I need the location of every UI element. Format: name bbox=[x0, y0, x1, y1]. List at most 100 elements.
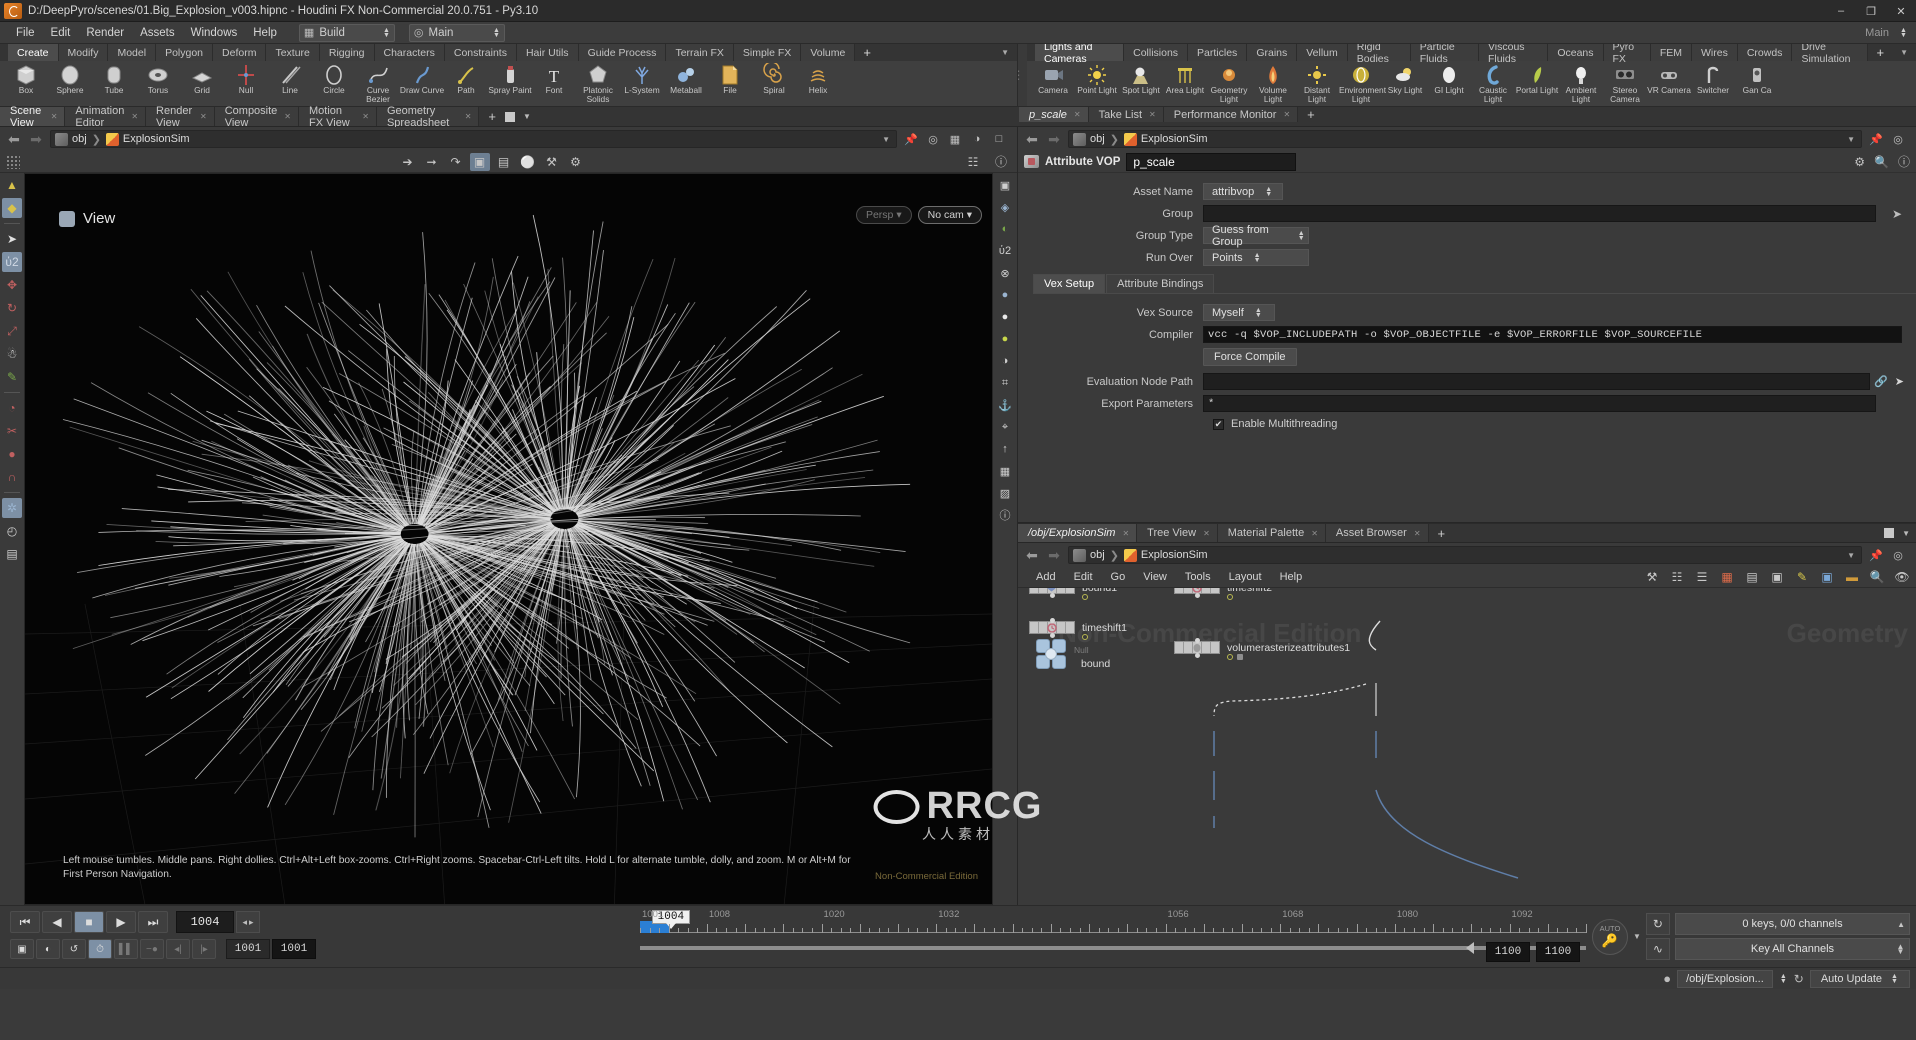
panel-icon[interactable]: □ bbox=[991, 131, 1007, 147]
shelf-tool-path[interactable]: Path bbox=[444, 63, 488, 95]
play-forward-button[interactable]: ▶ bbox=[106, 911, 136, 933]
auto-update-menu[interactable]: Auto Update ▲ ▼ bbox=[1809, 969, 1910, 988]
shelf-tool-draw-curve[interactable]: Draw Curve bbox=[400, 63, 444, 95]
network-display-icon[interactable]: 👁 bbox=[1894, 569, 1910, 585]
network-menu-layout[interactable]: Layout bbox=[1221, 569, 1270, 585]
shelf-tab-rigging[interactable]: Rigging bbox=[319, 44, 375, 61]
background-icon[interactable]: ▨ bbox=[995, 483, 1015, 503]
lighting-icon[interactable]: ● bbox=[995, 285, 1015, 305]
ghost-display-icon[interactable]: ▣ bbox=[995, 175, 1015, 195]
subnet-icon[interactable]: ▣ bbox=[1769, 569, 1785, 585]
shelf-tool-platonic-solids[interactable]: Platonic Solids bbox=[576, 63, 620, 104]
parm-back-arrow-icon[interactable]: ⬅ bbox=[1024, 131, 1040, 148]
menu-assets[interactable]: Assets bbox=[132, 25, 183, 41]
shelf-tab-texture[interactable]: Texture bbox=[266, 44, 320, 61]
network-node-bound1[interactable]: bound1 bbox=[1029, 588, 1117, 600]
shelf-tab-collisions[interactable]: Collisions bbox=[1124, 44, 1189, 61]
shelf-tab-drive-simulation[interactable]: Drive Simulation bbox=[1792, 44, 1869, 65]
settings-gear-icon[interactable]: ⚙ bbox=[566, 153, 586, 171]
node-display-flag[interactable] bbox=[1227, 654, 1233, 660]
camera-dropdown[interactable]: No cam ▾ bbox=[917, 206, 982, 224]
edit-tool-icon[interactable]: ✂ bbox=[2, 421, 22, 441]
timeline-ruler-area[interactable]: 1004 1001 1008 1020 1032 1056 1068 1080 1092 11… bbox=[640, 906, 1587, 967]
tab-close-icon[interactable]: ✕ bbox=[1149, 110, 1156, 119]
shelf-tool-distant-light[interactable]: Distant Light bbox=[1295, 63, 1339, 104]
shelf-tool-sky-light[interactable]: Sky Light bbox=[1383, 63, 1427, 95]
menu-help[interactable]: Help bbox=[245, 25, 285, 41]
shelf-tool-gi-light[interactable]: GI Light bbox=[1427, 63, 1471, 95]
move-tool-icon[interactable]: ✥ bbox=[2, 275, 22, 295]
network-canvas[interactable]: Non-Commercial Edition Geometry Attribut… bbox=[1018, 588, 1916, 905]
group-picker-icon[interactable]: ➤ bbox=[1892, 207, 1902, 221]
display-options-icon[interactable]: ⚒ bbox=[542, 153, 562, 171]
target-icon[interactable]: ◎ bbox=[925, 131, 941, 147]
tab-close-icon[interactable]: ✕ bbox=[1414, 529, 1421, 538]
no-op-icon[interactable]: ⚪ bbox=[518, 153, 538, 171]
network-menu-edit[interactable]: Edit bbox=[1066, 569, 1101, 585]
frame-step-buttons[interactable]: ◂ ▸ bbox=[236, 911, 260, 933]
sticky-note-icon[interactable]: ✎ bbox=[1794, 569, 1810, 585]
prev-key-icon[interactable]: ◂| bbox=[166, 939, 190, 959]
node-input-connector[interactable] bbox=[1050, 618, 1055, 623]
network-menu-chevron-icon[interactable]: ▼ bbox=[1902, 529, 1910, 538]
minimize-button[interactable]: – bbox=[1826, 0, 1856, 22]
uvs-icon[interactable]: ▦ bbox=[995, 461, 1015, 481]
viewport-camera-icon[interactable]: ▤ bbox=[494, 153, 514, 171]
desktop-right-spinner-icon[interactable]: ▲ ▼ bbox=[1899, 27, 1908, 39]
node-input-connector[interactable] bbox=[1195, 638, 1200, 643]
run-over-spinner-icon[interactable]: ▲ ▼ bbox=[1253, 252, 1262, 264]
tab-attribute-bindings[interactable]: Attribute Bindings bbox=[1106, 274, 1215, 293]
shelf-tool-camera[interactable]: Camera bbox=[1031, 63, 1075, 95]
display-material-icon[interactable]: ◑ bbox=[969, 131, 985, 147]
add-image-icon[interactable]: ▣ bbox=[1819, 569, 1835, 585]
keyframe-marker-icon[interactable]: −● bbox=[140, 939, 164, 959]
compiler-input[interactable]: vcc -q $VOP_INCLUDEPATH -o $VOP_OBJECTFI… bbox=[1203, 326, 1902, 343]
network-menu-go[interactable]: Go bbox=[1103, 569, 1134, 585]
deform-tool-icon[interactable]: ✲ bbox=[2, 498, 22, 518]
play-backwards-button[interactable]: ◀ bbox=[42, 911, 72, 933]
network-add-tab-button[interactable]: + bbox=[1428, 524, 1455, 542]
path-obj[interactable]: obj bbox=[55, 132, 87, 146]
timeline-ruler[interactable]: 1004 1001 1008 1020 1032 1056 1068 1080 1092 bbox=[640, 909, 1587, 939]
soft-tool-icon[interactable]: ● bbox=[2, 444, 22, 464]
net-pin-icon[interactable]: 📌 bbox=[1868, 547, 1884, 563]
key-curve-icon[interactable]: ∿ bbox=[1645, 938, 1670, 960]
shelf-tab-fem[interactable]: FEM bbox=[1650, 44, 1692, 61]
net-forward-arrow-icon[interactable]: ➡ bbox=[1046, 547, 1062, 564]
menu-windows[interactable]: Windows bbox=[183, 25, 246, 41]
network-menu-add[interactable]: Add bbox=[1028, 569, 1064, 585]
build-selector[interactable]: ▦ Build ▲ ▼ bbox=[298, 23, 395, 42]
jump-to-start-button[interactable]: ⏮ bbox=[10, 911, 40, 933]
parm-path-obj[interactable]: obj bbox=[1073, 132, 1105, 146]
shelf-add-tab-button-right[interactable]: + bbox=[1868, 44, 1893, 61]
shelf-tool-metaball[interactable]: Metaball bbox=[664, 63, 708, 95]
network-menu-view[interactable]: View bbox=[1135, 569, 1175, 585]
shelf-tab-lights-and-cameras[interactable]: Lights and Cameras bbox=[1035, 44, 1125, 65]
next-key-icon[interactable]: |▸ bbox=[192, 939, 216, 959]
shelf-tool-spray-paint[interactable]: Spray Paint bbox=[488, 63, 532, 95]
pin-icon[interactable]: 📌 bbox=[903, 131, 919, 147]
shelf-tab-viscous-fluids[interactable]: Viscous Fluids bbox=[1478, 44, 1549, 65]
key-all-channels-menu[interactable]: Key All Channels ▲ ▼ bbox=[1674, 938, 1910, 960]
node-display-flag[interactable] bbox=[1082, 594, 1088, 600]
stop-button[interactable]: ■ bbox=[74, 911, 104, 933]
scene-path-field[interactable]: obj ❯ ExplosionSim ▼ bbox=[50, 130, 897, 148]
shelf-tab-polygon[interactable]: Polygon bbox=[156, 44, 214, 61]
shelf-tool-gan-ca[interactable]: Gan Ca bbox=[1735, 63, 1779, 95]
scene-tab-motion-fx-view[interactable]: Motion FX View ✕ bbox=[299, 105, 377, 129]
parm-path-dropdown-icon[interactable]: ▼ bbox=[1847, 135, 1857, 144]
shelf-tool-spot-light[interactable]: Spot Light bbox=[1119, 63, 1163, 95]
range-start-field[interactable]: 1001 bbox=[226, 939, 270, 959]
shelf-add-tab-button-left[interactable]: + bbox=[855, 44, 879, 61]
network-menu-tools[interactable]: Tools bbox=[1177, 569, 1219, 585]
shelf-tool-environment-light[interactable]: Environment Light bbox=[1339, 63, 1386, 104]
display-geometry-icon[interactable]: ▦ bbox=[947, 131, 963, 147]
grid-toggle-icon[interactable]: ⌗ bbox=[995, 373, 1015, 393]
net-target-icon[interactable]: ◎ bbox=[1890, 547, 1906, 563]
shelf-tab-oceans[interactable]: Oceans bbox=[1548, 44, 1604, 61]
shelf-grip-handle[interactable]: ⋮⋮ bbox=[1013, 44, 1035, 106]
scene-tab-geometry-spreadsheet[interactable]: Geometry Spreadsheet ✕ bbox=[376, 105, 480, 129]
wireframe-icon[interactable]: ◈ bbox=[995, 197, 1015, 217]
shelf-tool-volume-light[interactable]: Volume Light bbox=[1251, 63, 1295, 104]
toolbar-grip-icon[interactable] bbox=[6, 154, 20, 169]
